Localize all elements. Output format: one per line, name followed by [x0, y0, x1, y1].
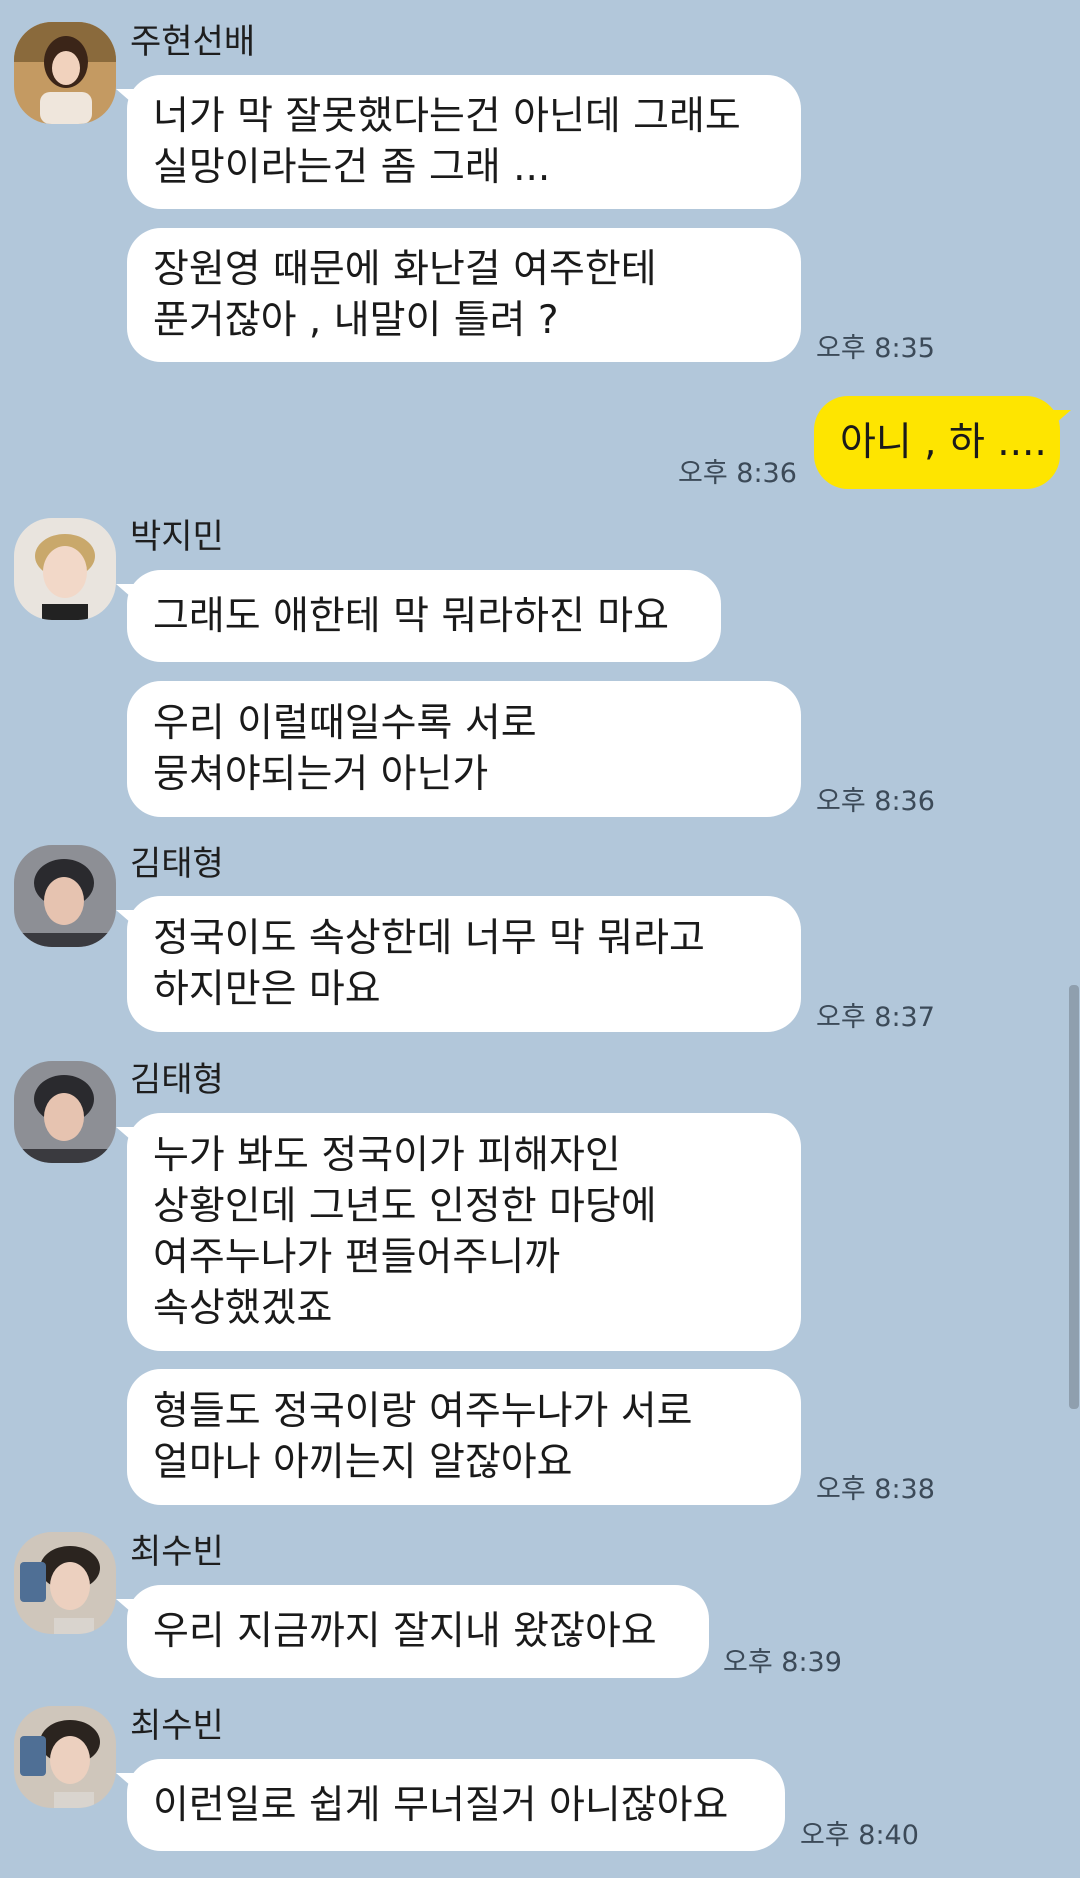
sender-name: 최수빈 — [130, 1706, 224, 1746]
message-time: 오후 8:35 — [816, 333, 935, 364]
message-time: 오후 8:38 — [816, 1474, 935, 1505]
message-bubble[interactable]: 우리 지금까지 잘지내 왔잖아요 — [127, 1585, 709, 1678]
profile-avatar-taehyung[interactable] — [14, 845, 116, 947]
message-bubble[interactable]: 누가 봐도 정국이가 피해자인 상황인데 그년도 인정한 마당에 여주누나가 편… — [127, 1113, 801, 1351]
profile-avatar-taehyung[interactable] — [14, 1061, 116, 1163]
sender-name: 최수빈 — [130, 1532, 224, 1572]
message-bubble[interactable]: 이런일로 쉽게 무너질거 아니잖아요 — [127, 1759, 785, 1851]
message-time: 오후 8:39 — [723, 1647, 842, 1678]
profile-avatar-soobin[interactable] — [14, 1532, 116, 1634]
message-bubble[interactable]: 장원영 때문에 화난걸 여주한테 푼거잖아 , 내말이 틀려 ? — [127, 228, 801, 362]
message-bubble[interactable]: 우리 이럴때일수록 서로 뭉쳐야되는거 아닌가 — [127, 681, 801, 817]
sender-name: 주현선배 — [130, 22, 256, 62]
scrollbar[interactable] — [1069, 985, 1079, 1409]
sender-name: 김태형 — [130, 1060, 224, 1100]
message-bubble[interactable]: 너가 막 잘못했다는건 아닌데 그래도 실망이라는건 좀 그래 ... — [127, 75, 801, 209]
message-time: 오후 8:40 — [800, 1820, 919, 1851]
message-bubble[interactable]: 그래도 애한테 막 뭐라하진 마요 — [127, 570, 721, 662]
message-time: 오후 8:37 — [816, 1002, 935, 1033]
profile-avatar-juhyun[interactable] — [14, 22, 116, 124]
my-message-bubble[interactable]: 아니 , 하 .... — [814, 396, 1060, 489]
sender-name: 김태형 — [130, 844, 224, 884]
profile-avatar-jimin[interactable] — [14, 518, 116, 620]
sender-name: 박지민 — [130, 517, 224, 557]
chat-room: 주현선배 너가 막 잘못했다는건 아닌데 그래도 실망이라는건 좀 그래 ...… — [0, 0, 1080, 1878]
message-bubble[interactable]: 정국이도 속상한데 너무 막 뭐라고 하지만은 마요 — [127, 896, 801, 1032]
message-time: 오후 8:36 — [816, 786, 935, 817]
message-time: 오후 8:36 — [678, 458, 797, 489]
profile-avatar-soobin[interactable] — [14, 1706, 116, 1808]
message-bubble[interactable]: 형들도 정국이랑 여주누나가 서로 얼마나 아끼는지 알잖아요 — [127, 1369, 801, 1505]
